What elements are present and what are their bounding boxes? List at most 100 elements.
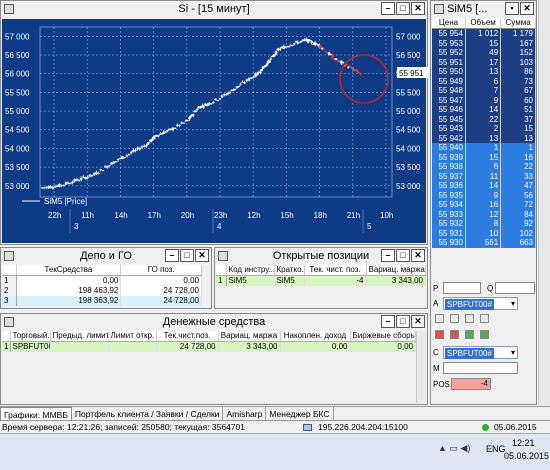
orderbook-row[interactable]: 55 946 14 51: [432, 105, 536, 115]
money-close-button[interactable]: ✕: [411, 315, 425, 328]
candle: [300, 40, 303, 42]
orderbook-row[interactable]: 55 932 8 92: [432, 219, 536, 229]
tray-icons[interactable]: ▲ ▭ ◀): [438, 443, 470, 454]
sell-icon[interactable]: [435, 330, 444, 339]
table-row[interactable]: 3 198 363,92 24 728,00: [2, 296, 202, 306]
buy-icon[interactable]: [465, 330, 474, 339]
candle: [143, 145, 146, 147]
orderbook-row[interactable]: 55 943 2 15: [432, 124, 536, 134]
taskbar: ▲ ▭ ◀) ENG 12:21 05.06.2015: [0, 433, 550, 470]
y-tick-label: 55 000: [396, 107, 421, 116]
account-select-c[interactable]: SPBFUT00# ▾: [443, 346, 518, 359]
orderbook-close-button[interactable]: ✕: [520, 2, 534, 15]
tool-icon-4[interactable]: [480, 314, 489, 323]
close-button[interactable]: ✕: [411, 2, 425, 15]
candle: [45, 186, 48, 188]
candle: [324, 51, 327, 53]
chart-legend: SiM5 [Price]: [44, 197, 87, 206]
orderbook-row[interactable]: 55 934 16 72: [432, 200, 536, 210]
orderbook-row[interactable]: 55 951 17 103: [432, 57, 536, 67]
orderbook-row[interactable]: 55 938 6 22: [432, 162, 536, 172]
orderbook-row[interactable]: 55 954 1 012 1 179: [432, 28, 536, 39]
orderbook-row[interactable]: 55 939 15 16: [432, 152, 536, 162]
candle: [157, 135, 160, 137]
table-row[interactable]: 1 0,00 0,00: [2, 275, 202, 286]
candle: [218, 98, 222, 100]
candle: [77, 180, 81, 182]
candle: [53, 186, 57, 188]
orderbook-row[interactable]: 55 952 49 152: [432, 48, 536, 58]
depo-maximize-button[interactable]: □: [180, 249, 194, 262]
account-select-a[interactable]: SPBFUT00# ▾: [443, 297, 518, 310]
depo-close-button[interactable]: ✕: [195, 249, 209, 262]
positions-table[interactable]: Код инстру...Кратко...Тек. чист. поз.Вар…: [216, 265, 426, 286]
positions-maximize-button[interactable]: □: [396, 249, 410, 262]
candle: [164, 131, 167, 133]
tab-charts[interactable]: Графики: ММВБ: [0, 407, 72, 421]
price-chart[interactable]: 57 000 56 500 56 000 55 500 55 000 54 500 54 0…: [2, 19, 428, 243]
quantity-input[interactable]: [495, 282, 535, 294]
orderbook-row[interactable]: 55 942 13 13: [432, 133, 536, 143]
orderbook-row[interactable]: 55 930 561 663: [432, 238, 536, 248]
order-book-table[interactable]: Цена Объем Сумма 55 954 1 012 1 179 55 953 15 1…: [432, 18, 536, 248]
candle: [212, 102, 215, 104]
x-tick-label: 17h: [148, 211, 161, 220]
candle: [268, 60, 271, 63]
orderbook-row[interactable]: 55 950 13 86: [432, 67, 536, 77]
language-indicator[interactable]: ENG: [486, 444, 506, 454]
orderbook-row[interactable]: 55 931 10 102: [432, 228, 536, 238]
right-scrollbar[interactable]: [538, 0, 550, 405]
taskbar-time[interactable]: 12:21: [512, 438, 535, 448]
candle: [291, 44, 294, 46]
orderbook-row[interactable]: 55 953 15 167: [432, 38, 536, 48]
tab-portfolio[interactable]: Портфель клиента / Заявки / Сделки: [72, 407, 224, 421]
table-row[interactable]: 2 198 463,92 24 728,00: [2, 286, 202, 296]
orderbook-row[interactable]: 55 945 22 37: [432, 114, 536, 124]
candle: [331, 55, 334, 59]
orderbook-row[interactable]: 55 936 14 47: [432, 181, 536, 191]
candle: [58, 184, 61, 187]
tool-icon-1[interactable]: [435, 314, 444, 323]
positions-close-button[interactable]: ✕: [411, 249, 425, 262]
money-scrollbar[interactable]: [416, 331, 426, 403]
candle: [147, 142, 151, 144]
candle: [119, 157, 122, 159]
tab-bks-manager[interactable]: Менеджер БКС: [266, 407, 334, 421]
orderbook-col-1: Объем: [465, 18, 502, 29]
depo-window: Депо и ГО – □ ✕ ТекСредства ГО поз. 1 0,00 0,…: [0, 247, 212, 309]
y-tick-label: 56 000: [5, 70, 30, 79]
price-input[interactable]: [443, 282, 481, 294]
maximize-button[interactable]: □: [396, 2, 410, 15]
buy-market-icon[interactable]: [480, 330, 489, 339]
orderbook-row[interactable]: 55 948 7 67: [432, 86, 536, 96]
orderbook-minimize-button[interactable]: ▪: [505, 2, 519, 15]
candle: [273, 54, 276, 56]
orderbook-row[interactable]: 55 933 12 84: [432, 209, 536, 219]
orderbook-row[interactable]: 55 935 9 56: [432, 190, 536, 200]
comment-input[interactable]: [443, 362, 518, 374]
y-tick-label: 53 000: [5, 182, 30, 191]
orderbook-row[interactable]: 55 947 9 60: [432, 95, 536, 105]
connection-icon: [303, 424, 312, 431]
minimize-button[interactable]: –: [381, 2, 395, 15]
tab-amisharp[interactable]: Amisharp: [223, 407, 267, 421]
depo-minimize-button[interactable]: –: [165, 249, 179, 262]
tool-icon-2[interactable]: [450, 314, 459, 323]
tool-icon-3[interactable]: [465, 314, 474, 323]
orderbook-row[interactable]: 55 937 11 33: [432, 171, 536, 181]
taskbar-date[interactable]: 05.06.2015: [504, 451, 549, 461]
money-maximize-button[interactable]: □: [396, 315, 410, 328]
candle: [334, 58, 338, 60]
chevron-down-icon: ▾: [510, 348, 515, 357]
orderbook-row[interactable]: 55 949 6 73: [432, 76, 536, 86]
candle: [287, 46, 291, 48]
orderbook-row[interactable]: 55 940 1 1: [432, 143, 536, 153]
money-minimize-button[interactable]: –: [381, 315, 395, 328]
positions-minimize-button[interactable]: –: [381, 249, 395, 262]
depo-table[interactable]: ТекСредства ГО поз. 1 0,00 0,00 2 198 463,92…: [2, 265, 202, 306]
table-row[interactable]: 1 SPBFUT00 24 728,00 3 343,00 0,00 0,00: [2, 341, 416, 352]
money-table[interactable]: Торговый...Предыд. лимит откр.Лимит откр…: [2, 331, 416, 352]
table-row[interactable]: 1 SiM5 SiM5 -4 3 343,00: [216, 275, 426, 286]
candle: [86, 177, 89, 179]
sell-market-icon[interactable]: [450, 330, 459, 339]
